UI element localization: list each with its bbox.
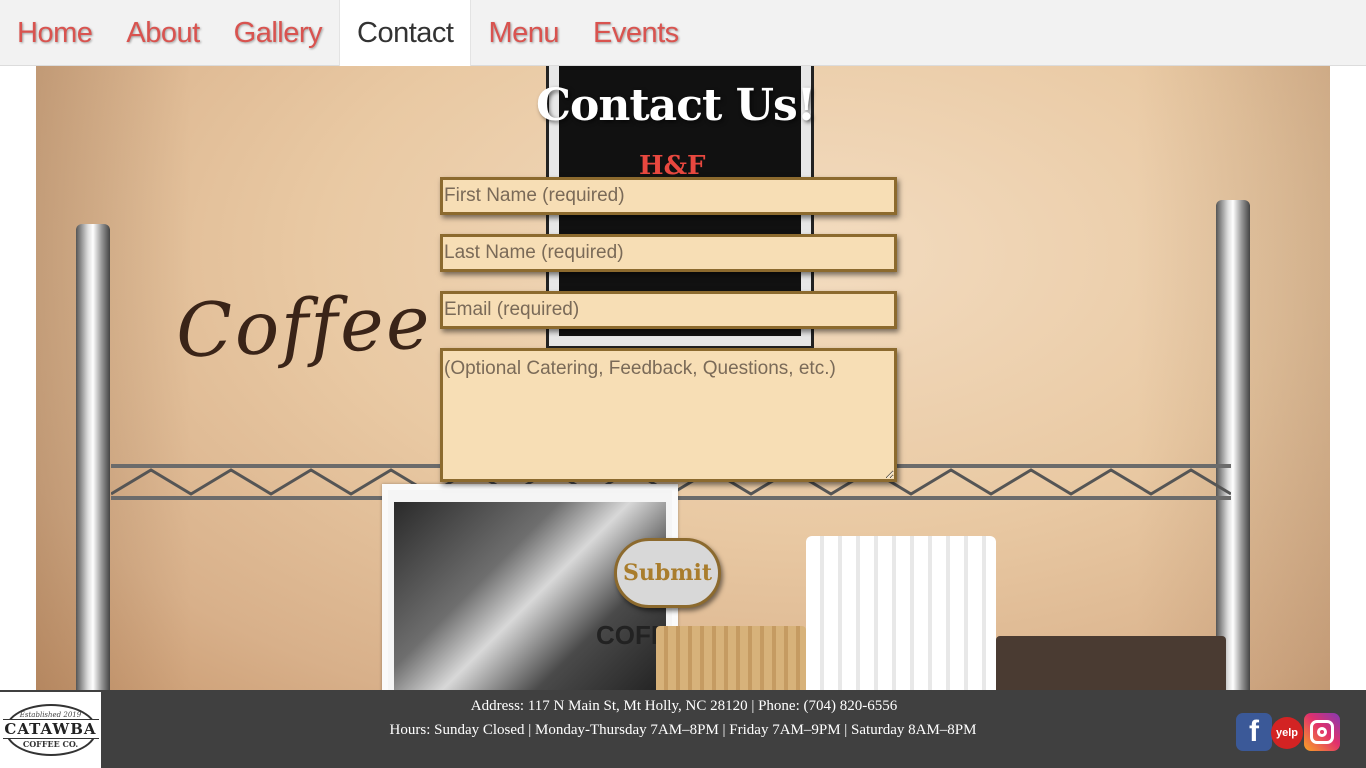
shelf-pole-right	[1216, 200, 1250, 690]
footer-address: Address: 117 N Main St, Mt Holly, NC 281…	[470, 698, 898, 714]
instagram-icon-frame	[1310, 720, 1334, 744]
nav-events[interactable]: Events	[576, 0, 696, 66]
nav-gallery[interactable]: Gallery	[217, 0, 339, 66]
nav-contact[interactable]: Contact	[339, 0, 472, 66]
yelp-icon[interactable]: yelp	[1271, 717, 1303, 749]
stir-sticks	[656, 626, 806, 690]
facebook-icon[interactable]: f	[1236, 713, 1272, 751]
shelf-pole-left	[76, 224, 110, 690]
top-nav: Home About Gallery Contact Menu Events	[0, 0, 1366, 66]
wire-coffee-sign: Coffee	[174, 279, 433, 375]
last-name-field[interactable]	[440, 234, 897, 272]
instagram-icon-lens	[1317, 727, 1327, 737]
nav-about[interactable]: About	[109, 0, 216, 66]
nav-menu[interactable]: Menu	[471, 0, 576, 66]
email-field[interactable]	[440, 291, 897, 329]
contact-title: Contact Us!	[536, 80, 816, 131]
straw-holder	[806, 536, 996, 690]
first-name-field[interactable]	[440, 177, 897, 215]
instagram-icon[interactable]	[1304, 713, 1340, 751]
submit-button[interactable]: Submit	[614, 538, 721, 608]
counter-box	[996, 636, 1226, 690]
footer-hours: Hours: Sunday Closed | Monday-Thursday 7…	[389, 722, 977, 738]
message-field[interactable]	[440, 348, 897, 482]
logo-subtitle: COFFEE CO.	[22, 739, 79, 749]
nav-home[interactable]: Home	[0, 0, 109, 66]
